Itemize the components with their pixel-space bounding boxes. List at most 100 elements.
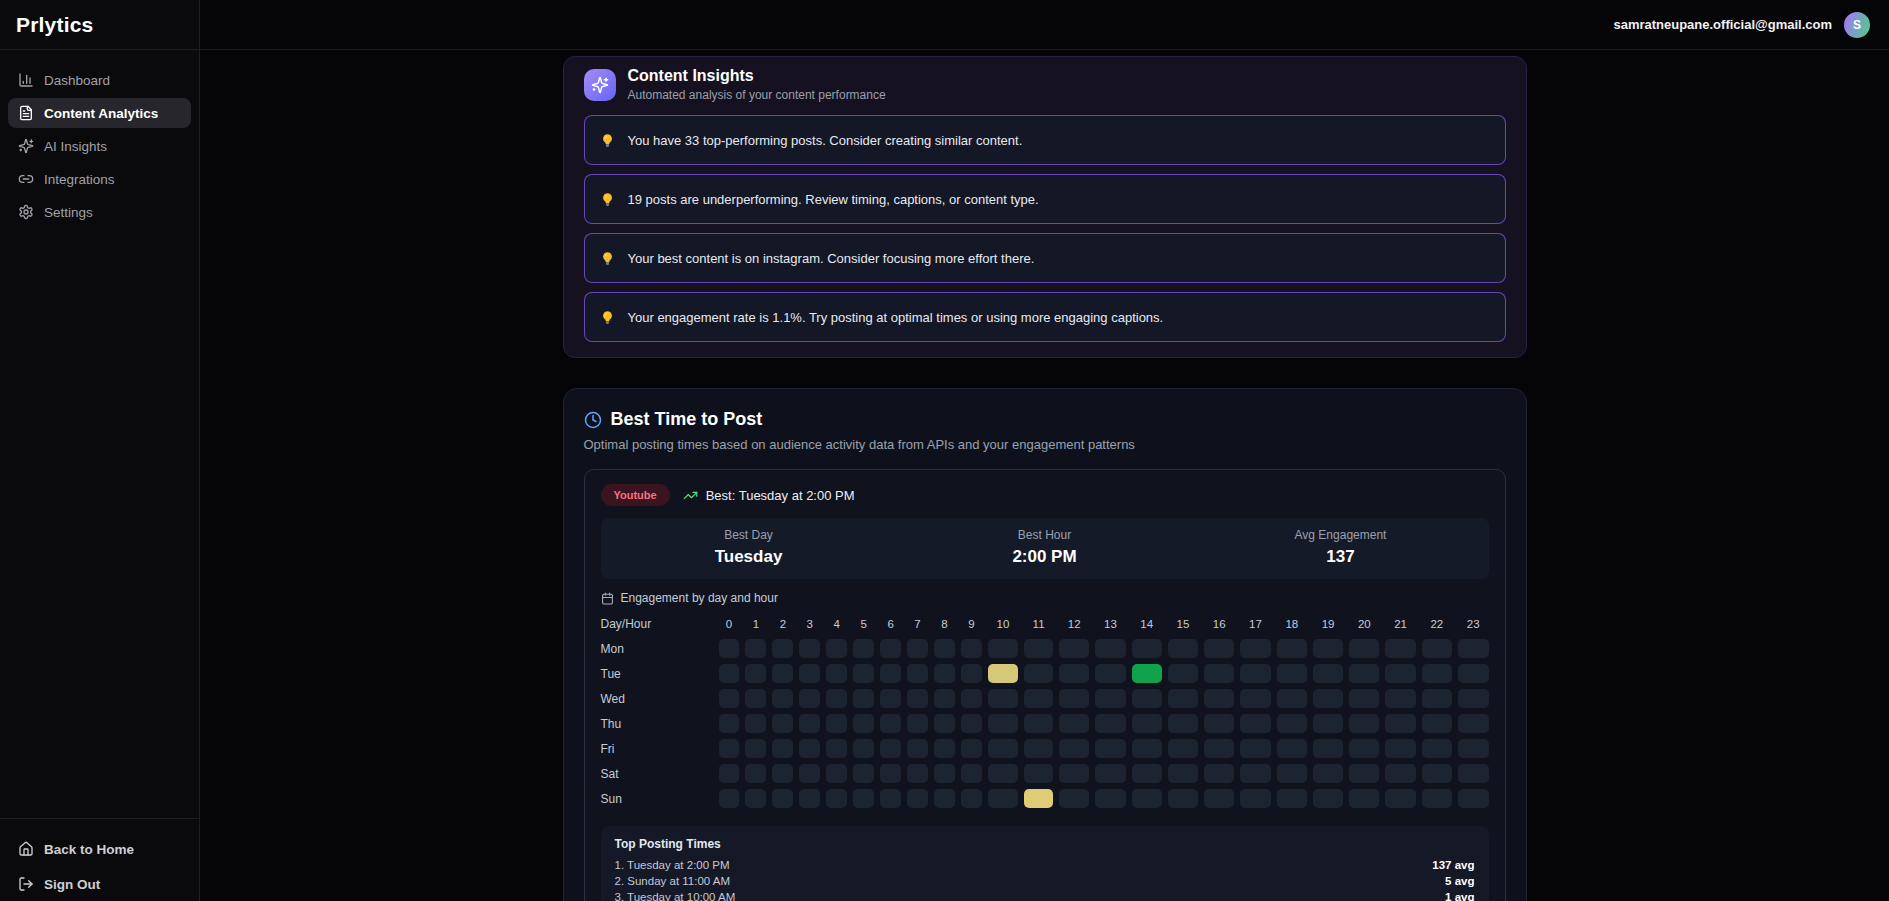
heatmap-hour-label: 13 xyxy=(1095,615,1125,633)
heatmap-cell xyxy=(853,664,874,683)
heatmap-cell xyxy=(880,764,901,783)
heatmap-cell xyxy=(719,689,740,708)
heatmap-hour-label: 1 xyxy=(745,615,766,633)
insights-card-subtitle: Automated analysis of your content perfo… xyxy=(628,88,886,102)
heatmap-cell xyxy=(1458,664,1489,683)
heatmap-cell xyxy=(772,689,793,708)
sidebar: Prlytics Dashboard Content Analytics AI … xyxy=(0,0,200,901)
sign-out-button[interactable]: Sign Out xyxy=(8,869,191,899)
heatmap-cell xyxy=(799,764,820,783)
heatmap-cell xyxy=(772,714,793,733)
content-scroll-area: Content Insights Automated analysis of y… xyxy=(200,50,1889,901)
heatmap-hour-label: 10 xyxy=(988,615,1018,633)
heatmap-cell xyxy=(745,739,766,758)
heatmap-cell xyxy=(1168,789,1198,808)
heatmap-cell xyxy=(1095,639,1125,658)
heatmap-cell xyxy=(1313,739,1343,758)
heatmap-cell xyxy=(1458,739,1489,758)
heatmap-cell xyxy=(1132,664,1162,683)
log-out-icon xyxy=(18,876,34,892)
stats-strip: Best Day Tuesday Best Hour 2:00 PM Avg E… xyxy=(601,518,1489,579)
heatmap-cell xyxy=(1422,714,1452,733)
stat-value: Tuesday xyxy=(601,547,897,567)
heatmap-cell xyxy=(719,739,740,758)
heatmap-cell xyxy=(1059,639,1089,658)
heatmap-cell xyxy=(1385,664,1415,683)
heatmap-cell xyxy=(826,789,847,808)
sidebar-item-integrations[interactable]: Integrations xyxy=(8,164,191,194)
heatmap-hour-label: 18 xyxy=(1277,615,1307,633)
heatmap-cell xyxy=(1132,764,1162,783)
heatmap-cell xyxy=(1422,664,1452,683)
heatmap-cell xyxy=(988,639,1018,658)
heatmap-hour-label: 15 xyxy=(1168,615,1198,633)
heatmap-hour-label: 22 xyxy=(1422,615,1452,633)
heatmap-day-label: Sat xyxy=(601,764,713,783)
sidebar-item-dashboard[interactable]: Dashboard xyxy=(8,65,191,95)
heatmap-hour-label: 9 xyxy=(961,615,982,633)
heatmap-cell xyxy=(1422,689,1452,708)
heatmap-cell xyxy=(1204,639,1234,658)
calendar-icon xyxy=(601,592,614,605)
heatmap-hour-label: 14 xyxy=(1132,615,1162,633)
heatmap-cell xyxy=(1204,689,1234,708)
stat-value: 137 xyxy=(1193,547,1489,567)
heatmap-cell xyxy=(934,789,955,808)
heatmap-cell xyxy=(719,714,740,733)
heatmap-cell xyxy=(719,639,740,658)
heatmap-cell xyxy=(853,639,874,658)
stat-label: Best Day xyxy=(601,528,897,542)
heatmap-cell xyxy=(1059,789,1089,808)
heatmap-day-label: Thu xyxy=(601,714,713,733)
heatmap-cell xyxy=(1277,664,1307,683)
platform-badge[interactable]: Youtube xyxy=(601,484,670,506)
heatmap-cell xyxy=(1349,689,1379,708)
heatmap-cell xyxy=(988,739,1018,758)
heatmap-cell xyxy=(1240,739,1270,758)
insight-text: Your engagement rate is 1.1%. Try postin… xyxy=(628,310,1164,325)
heatmap-cell xyxy=(745,689,766,708)
top-times-title: Top Posting Times xyxy=(615,837,1475,851)
trending-up-icon xyxy=(683,488,698,503)
heatmap-cell xyxy=(1204,764,1234,783)
top-time-label: 2. Sunday at 11:00 AM xyxy=(615,875,731,887)
bar-chart-icon xyxy=(18,72,34,88)
stat-label: Avg Engagement xyxy=(1193,528,1489,542)
sidebar-item-content-analytics[interactable]: Content Analytics xyxy=(8,98,191,128)
heatmap-cell xyxy=(1349,739,1379,758)
heatmap-cell xyxy=(907,639,928,658)
heatmap-caption: Engagement by day and hour xyxy=(621,591,778,605)
heatmap-cell xyxy=(880,789,901,808)
best-time-title: Best Time to Post xyxy=(611,409,763,430)
heatmap-cell xyxy=(826,764,847,783)
insight-text: You have 33 top-performing posts. Consid… xyxy=(628,133,1023,148)
sidebar-item-settings[interactable]: Settings xyxy=(8,197,191,227)
heatmap-cell xyxy=(1277,764,1307,783)
lightbulb-icon xyxy=(600,250,615,267)
heatmap-hour-label: 8 xyxy=(934,615,955,633)
heatmap-hour-label: 4 xyxy=(826,615,847,633)
heatmap-cell xyxy=(1024,764,1053,783)
heatmap-cell xyxy=(1024,739,1053,758)
heatmap-cell xyxy=(907,789,928,808)
insights-card-title: Content Insights xyxy=(628,67,886,85)
heatmap-cell xyxy=(1385,764,1415,783)
heatmap-cell xyxy=(1277,739,1307,758)
avatar[interactable]: S xyxy=(1844,12,1870,38)
back-to-home-button[interactable]: Back to Home xyxy=(8,834,191,864)
heatmap-cell xyxy=(719,789,740,808)
heatmap-cell xyxy=(1313,639,1343,658)
stat-label: Best Hour xyxy=(897,528,1193,542)
sidebar-item-ai-insights[interactable]: AI Insights xyxy=(8,131,191,161)
heatmap-cell xyxy=(1132,689,1162,708)
top-time-row: 2. Sunday at 11:00 AM 5 avg xyxy=(615,873,1475,889)
heatmap-cell xyxy=(934,764,955,783)
best-time-card: Best Time to Post Optimal posting times … xyxy=(563,388,1527,901)
heatmap-cell xyxy=(1240,639,1270,658)
heatmap-cell xyxy=(880,639,901,658)
heatmap-cell xyxy=(1240,764,1270,783)
sidebar-item-label: Integrations xyxy=(44,172,115,187)
heatmap-cell xyxy=(826,739,847,758)
top-time-value: 5 avg xyxy=(1445,875,1474,887)
heatmap-hour-label: 5 xyxy=(853,615,874,633)
